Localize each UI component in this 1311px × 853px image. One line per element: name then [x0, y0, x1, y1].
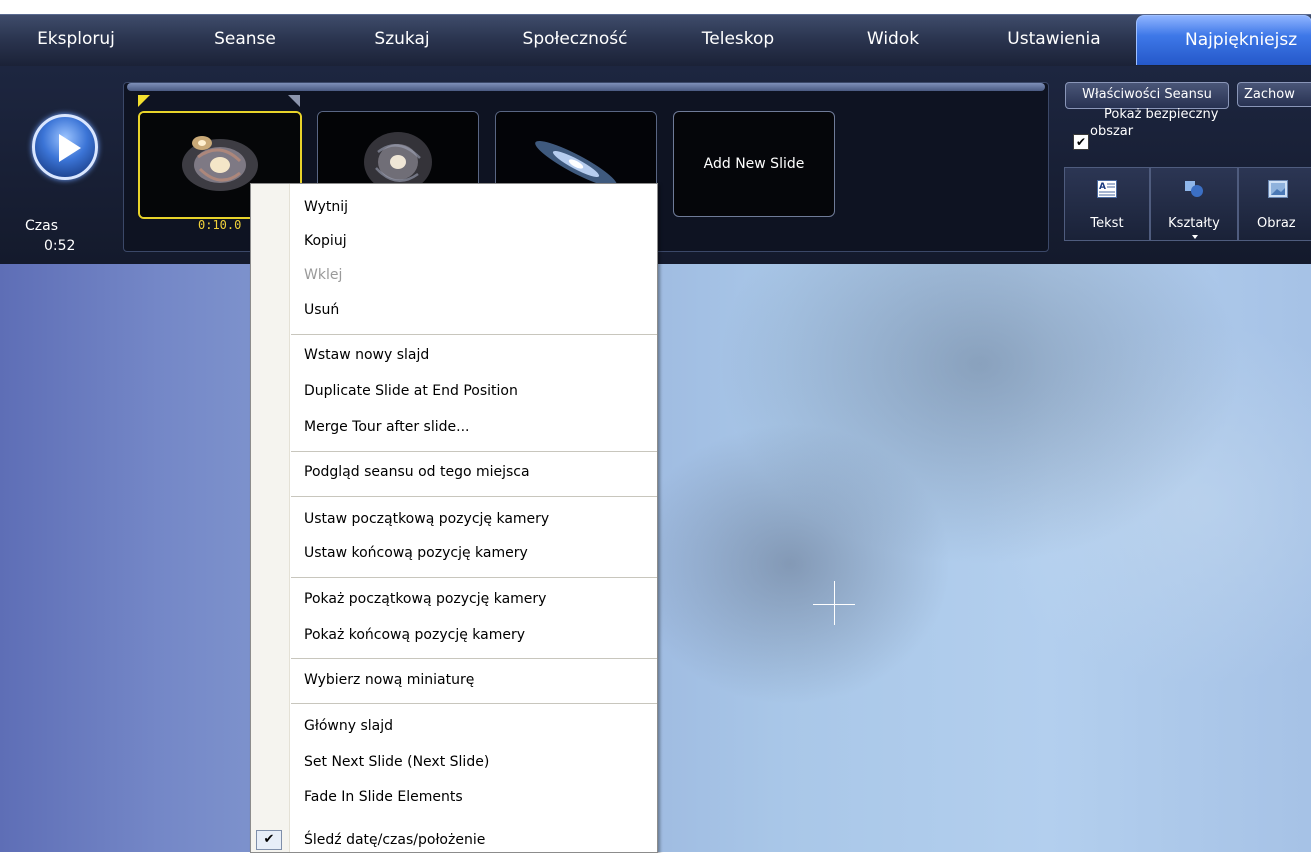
- menu-item-fade-in-elements[interactable]: Fade In Slide Elements: [291, 785, 463, 809]
- menu-item-paste[interactable]: Wklej: [291, 263, 342, 287]
- menu-separator: [291, 658, 657, 659]
- nav-tab-tours[interactable]: Seanse: [192, 15, 298, 65]
- menu-item-choose-thumbnail[interactable]: Wybierz nową miniaturę: [291, 668, 474, 692]
- menu-item-delete[interactable]: Usuń: [291, 298, 339, 322]
- text-icon: A: [1097, 180, 1117, 198]
- play-tour-button[interactable]: [32, 114, 98, 180]
- checkmark-icon: ✔: [256, 830, 282, 850]
- menu-icon-gutter: [251, 184, 290, 852]
- menu-separator: [291, 334, 657, 335]
- menu-item-set-end-camera[interactable]: Ustaw końcową pozycję kamery: [291, 541, 528, 565]
- slide-duration: 0:10.0: [198, 218, 242, 232]
- nav-tab-community[interactable]: Społeczność: [505, 15, 645, 65]
- shapes-tool-button[interactable]: Kształty: [1150, 167, 1238, 241]
- time-label: Czas: [25, 218, 58, 234]
- menu-item-cut[interactable]: Wytnij: [291, 195, 348, 219]
- svg-text:A: A: [1099, 182, 1106, 192]
- menu-item-duplicate-slide[interactable]: Duplicate Slide at End Position: [291, 379, 518, 403]
- image-icon: [1268, 180, 1288, 198]
- dropdown-arrow-icon: [1192, 235, 1198, 239]
- tour-properties-button[interactable]: Właściwości Seansu: [1065, 82, 1229, 109]
- shapes-icon: [1185, 181, 1203, 197]
- menu-item-track-date-time-location[interactable]: Śledź datę/czas/położenie: [291, 828, 485, 852]
- nav-tab-view[interactable]: Widok: [848, 15, 938, 65]
- menu-item-set-start-camera[interactable]: Ustaw początkową pozycję kamery: [291, 507, 549, 531]
- show-safe-area-checkbox[interactable]: ✔: [1073, 134, 1089, 150]
- slide-context-menu: Wytnij Kopiuj Wklej Usuń Wstaw nowy slaj…: [250, 183, 658, 853]
- text-tool-label: Tekst: [1090, 216, 1124, 231]
- menu-separator: [291, 451, 657, 452]
- save-button[interactable]: Zachow: [1237, 82, 1311, 107]
- nav-tab-search[interactable]: Szukaj: [352, 15, 452, 65]
- crosshair-icon: [834, 581, 835, 625]
- main-navigation: Eksploruj Seanse Szukaj Społeczność Tele…: [0, 14, 1311, 67]
- crosshair-icon: [813, 604, 855, 605]
- timeline-end-marker[interactable]: [288, 95, 300, 107]
- text-tool-button[interactable]: A Tekst: [1064, 167, 1150, 241]
- menu-item-preview-from-here[interactable]: Podgląd seansu od tego miejsca: [291, 460, 530, 484]
- show-safe-area-label: Pokaż bezpieczny obszar: [1090, 107, 1219, 139]
- menu-item-merge-tour[interactable]: Merge Tour after slide...: [291, 415, 469, 439]
- play-icon: [59, 134, 81, 162]
- nav-tab-explore[interactable]: Eksploruj: [20, 15, 132, 65]
- nav-tab-settings[interactable]: Ustawienia: [990, 15, 1118, 65]
- nav-tab-active-tour[interactable]: Najpiękniejsz: [1136, 15, 1311, 65]
- menu-item-copy[interactable]: Kopiuj: [291, 229, 347, 253]
- menu-separator: [291, 703, 657, 704]
- menu-item-set-next-slide[interactable]: Set Next Slide (Next Slide): [291, 750, 489, 774]
- shapes-tool-label: Kształty: [1168, 216, 1220, 231]
- menu-item-show-start-camera[interactable]: Pokaż początkową pozycję kamery: [291, 587, 546, 611]
- menu-item-show-end-camera[interactable]: Pokaż końcową pozycję kamery: [291, 623, 525, 647]
- menu-item-insert-new-slide[interactable]: Wstaw nowy slajd: [291, 343, 429, 367]
- menu-item-master-slide[interactable]: Główny slajd: [291, 714, 393, 738]
- tour-duration: 0:52: [44, 238, 76, 254]
- timeline-start-marker[interactable]: [138, 95, 150, 107]
- menu-separator: [291, 577, 657, 578]
- timeline-scrollbar[interactable]: [127, 83, 1045, 91]
- image-tool-label: Obraz: [1257, 216, 1296, 231]
- image-tool-button[interactable]: Obraz: [1238, 167, 1311, 241]
- nav-tab-telescope[interactable]: Teleskop: [683, 15, 793, 65]
- menu-separator: [291, 496, 657, 497]
- add-new-slide-button[interactable]: Add New Slide: [673, 111, 835, 217]
